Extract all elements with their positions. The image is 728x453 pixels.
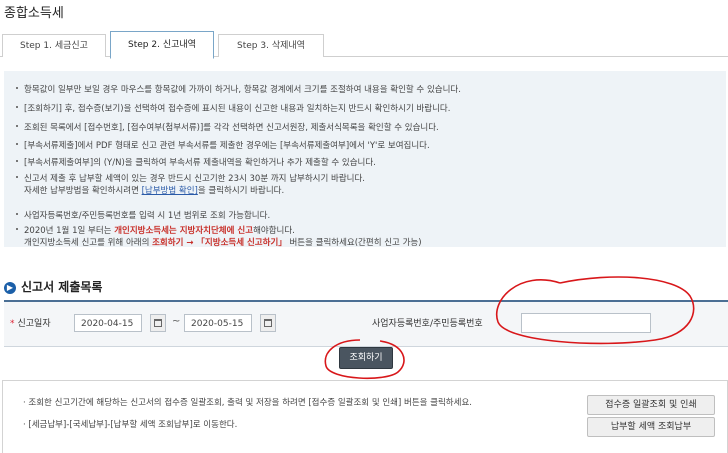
step-tabs: Step 1. 세금신고 Step 2. 신고내역 Step 3. 삭제내역: [0, 31, 728, 59]
search-button[interactable]: 조회하기: [339, 347, 393, 369]
calendar-icon[interactable]: [260, 314, 276, 332]
tab-step1[interactable]: Step 1. 세금신고: [2, 34, 106, 57]
tab-step2[interactable]: Step 2. 신고내역: [110, 31, 214, 59]
notice-item: 항목값이 일부만 보일 경우 마우스를 항목값에 가까이 하거나, 항목값 경계…: [16, 83, 461, 95]
notice-item: [부속서류제출]에서 PDF 형태로 신고 관련 부속서류를 제출한 경우에는 …: [16, 139, 430, 151]
tax-payment-button[interactable]: 납부할 세액 조회납부: [587, 417, 715, 437]
search-form: * 신고일자 2020-04-15 ~ 2020-05-15 사업자등록번호/주민…: [4, 300, 728, 347]
notice-item-payment: 신고서 제출 후 납부할 세액이 있는 경우 반드시 신고기한 23시 30분 …: [16, 172, 365, 196]
date-to-input[interactable]: 2020-05-15: [184, 314, 252, 332]
notice-item-local-tax: 2020년 1월 1일 부터는 개인지방소득세는 지방자치단체에 신고해야합니다…: [16, 224, 422, 248]
info-line: · [세금납부]-[국세납부]-[납부할 세액 조회납부]로 이동한다.: [23, 420, 238, 430]
payment-method-link[interactable]: [납부방법 확인]: [142, 186, 198, 196]
calendar-icon[interactable]: [150, 314, 166, 332]
section-title: ▶ 신고서 제출목록: [4, 278, 102, 295]
bottom-info-box: · 조회한 신고기간에 해당하는 신고서의 접수증 일괄조회, 출력 및 저장을…: [2, 380, 728, 453]
arrow-right-icon: ▶: [4, 282, 16, 294]
notice-item: 조회된 목록에서 [접수번호], [접수여부(첨부서류)]를 각각 선택하면 신…: [16, 121, 439, 133]
notice-item: [부속서류제출여부]의 (Y/N)을 클릭하여 부속서류 제출내역을 확인하거나…: [16, 156, 376, 168]
page-title: 종합소득세: [4, 6, 64, 21]
info-line: · 조회한 신고기간에 해당하는 신고서의 접수증 일괄조회, 출력 및 저장을…: [23, 398, 472, 408]
notice-box: 항목값이 일부만 보일 경우 마우스를 항목값에 가까이 하거나, 항목값 경계…: [4, 71, 726, 248]
date-label: * 신고일자: [10, 319, 51, 329]
receipt-batch-print-button[interactable]: 접수증 일괄조회 및 인쇄: [587, 395, 715, 415]
tab-step3[interactable]: Step 3. 삭제내역: [218, 34, 324, 57]
biz-number-input[interactable]: [521, 313, 651, 333]
biz-number-label: 사업자등록번호/주민등록번호: [372, 319, 483, 329]
date-from-input[interactable]: 2020-04-15: [74, 314, 142, 332]
date-separator: ~: [172, 316, 181, 327]
notice-item: 사업자등록번호/주민등록번호를 입력 시 1년 범위로 조회 가능합니다.: [16, 209, 270, 221]
notice-item: [조회하기] 후, 접수증(보기)을 선택하여 접수증에 표시된 내용이 신고한…: [16, 102, 450, 114]
